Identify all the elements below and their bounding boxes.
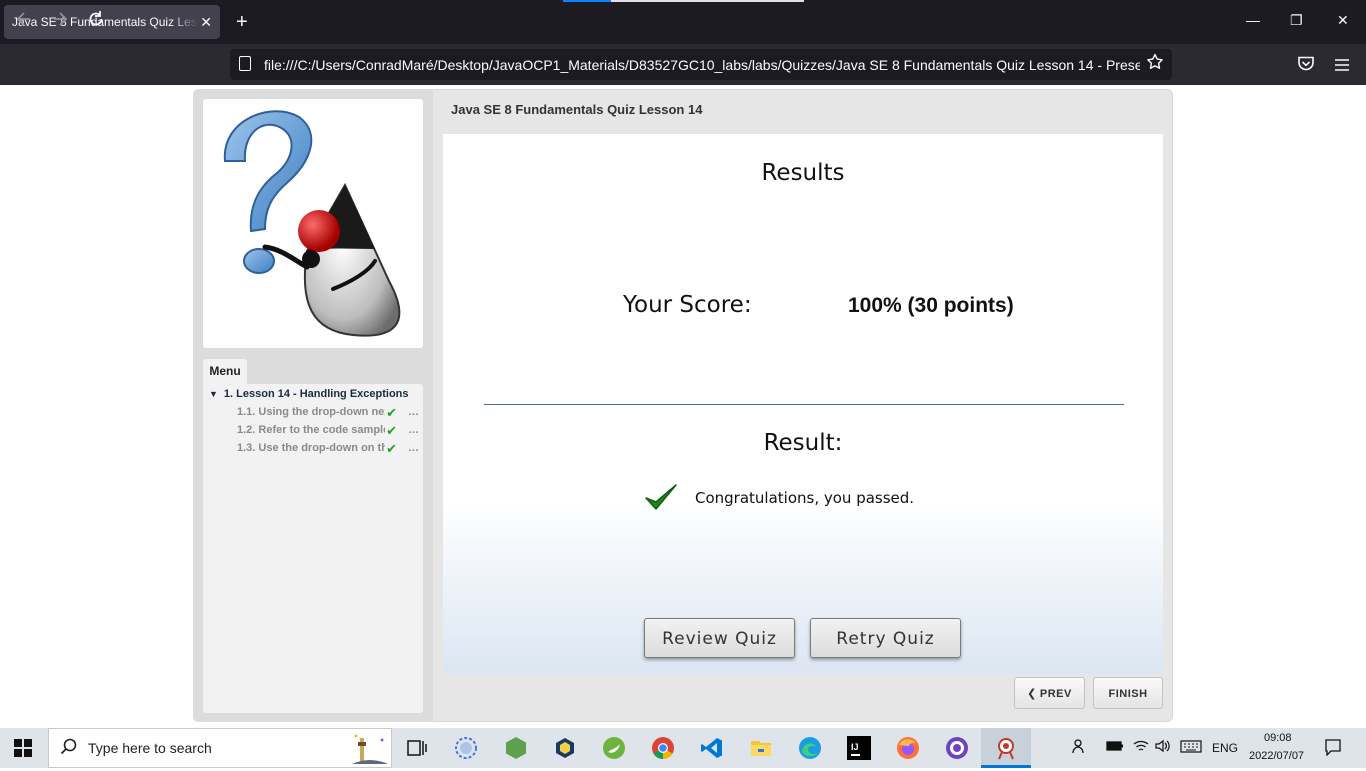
menu-lesson-label: 1. Lesson 14 - Handling Exceptions (223, 388, 409, 400)
restore-button[interactable]: ❐ (1290, 12, 1303, 29)
task-view-icon[interactable] (405, 736, 429, 760)
browser-tab[interactable]: Java SE 8 Fundamentals Quiz Lesson 14 - … (4, 5, 220, 39)
svg-text:IJ: IJ (851, 742, 859, 752)
search-placeholder: Type here to search (88, 740, 212, 756)
menu-lesson-item[interactable]: ▼ 1. Lesson 14 - Handling Exceptions (209, 388, 409, 400)
new-tab-button[interactable]: + (236, 11, 248, 33)
intellij-icon[interactable]: IJ (847, 736, 871, 760)
menu-item-1-2[interactable]: 1.2. Refer to the code sample... ✔ … (237, 424, 419, 436)
people-icon[interactable] (1071, 738, 1087, 757)
result-message: Congratulations, you passed. (695, 489, 915, 507)
window-close-button[interactable]: ✕ (1337, 12, 1349, 29)
spring-icon[interactable] (602, 736, 626, 760)
duke-question-logo (223, 110, 401, 337)
finish-button[interactable]: FINISH (1093, 677, 1163, 709)
retry-quiz-button[interactable]: Retry Quiz (810, 618, 961, 658)
checkmark-icon: ✔ (386, 424, 397, 436)
nodejs-icon[interactable] (504, 736, 528, 760)
forward-arrow-icon[interactable] (50, 9, 70, 34)
prev-button[interactable]: ❮ PREV (1014, 677, 1085, 709)
quiz-title: Java SE 8 Fundamentals Quiz Lesson 14 (451, 102, 703, 117)
virtualbox-icon[interactable] (553, 736, 577, 760)
notification-icon[interactable] (1324, 738, 1342, 759)
ellipsis: … (408, 442, 419, 454)
review-quiz-button[interactable]: Review Quiz (644, 618, 795, 658)
checkmark-icon: ✔ (386, 442, 397, 454)
clock-time[interactable]: 09:08 (1264, 732, 1292, 744)
passed-checkmark-icon (644, 482, 678, 512)
logo-panel (203, 99, 423, 348)
score-value: 100% (30 points) (848, 294, 1014, 317)
volume-icon[interactable] (1154, 738, 1172, 757)
prev-label: PREV (1039, 688, 1072, 700)
ellipsis: … (408, 424, 419, 436)
menu-item-label: 1.2. Refer to the code sample... (237, 424, 385, 436)
search-highlight-icon (352, 730, 388, 766)
edge-icon[interactable] (798, 736, 822, 760)
divider (484, 404, 1124, 405)
chevron-left-icon: ❮ (1027, 688, 1037, 700)
reload-icon[interactable] (86, 9, 106, 34)
signal-icon[interactable] (454, 736, 478, 760)
clock-date[interactable]: 2022/07/07 (1249, 750, 1304, 762)
score-label: Your Score: (623, 292, 752, 318)
wifi-icon[interactable] (1132, 738, 1150, 757)
chrome-icon[interactable] (651, 736, 675, 760)
minimize-button[interactable]: — (1246, 12, 1260, 28)
menu-item-1-3[interactable]: 1.3. Use the drop-down on the... ✔ … (237, 442, 419, 454)
github-desktop-icon[interactable] (945, 736, 969, 760)
results-heading: Results (761, 160, 845, 186)
loading-indicator (563, 0, 804, 2)
windows-start-icon[interactable] (14, 739, 32, 757)
checkmark-icon: ✔ (386, 406, 397, 418)
menu-item-label: 1.1. Using the drop-down next to each ex… (237, 406, 385, 418)
expand-triangle-icon[interactable]: ▼ (209, 389, 218, 399)
menu-item-1-1[interactable]: 1.1. Using the drop-down next to each ex… (237, 406, 419, 418)
search-icon (60, 738, 78, 761)
firefox-icon[interactable] (896, 736, 920, 760)
back-arrow-icon[interactable] (14, 9, 34, 34)
result-heading: Result: (763, 430, 843, 456)
language-indicator[interactable]: ENG (1212, 741, 1238, 755)
menu-tab[interactable]: Menu (203, 359, 247, 384)
menu-item-label: 1.3. Use the drop-down on the... (237, 442, 385, 454)
presenter-icon[interactable] (994, 736, 1018, 760)
pocket-icon[interactable] (1297, 55, 1315, 77)
star-icon[interactable] (1146, 53, 1164, 76)
page-icon (239, 56, 251, 71)
url-text[interactable]: file:///C:/Users/ConradMaré/Desktop/Java… (264, 57, 1140, 73)
file-explorer-icon[interactable] (749, 736, 773, 760)
keyboard-icon[interactable] (1180, 738, 1202, 757)
vscode-icon[interactable] (700, 736, 724, 760)
battery-icon[interactable] (1106, 738, 1124, 757)
ellipsis: … (408, 406, 419, 418)
hamburger-menu-icon[interactable] (1334, 55, 1350, 77)
tab-close-icon[interactable]: ✕ (200, 5, 212, 39)
